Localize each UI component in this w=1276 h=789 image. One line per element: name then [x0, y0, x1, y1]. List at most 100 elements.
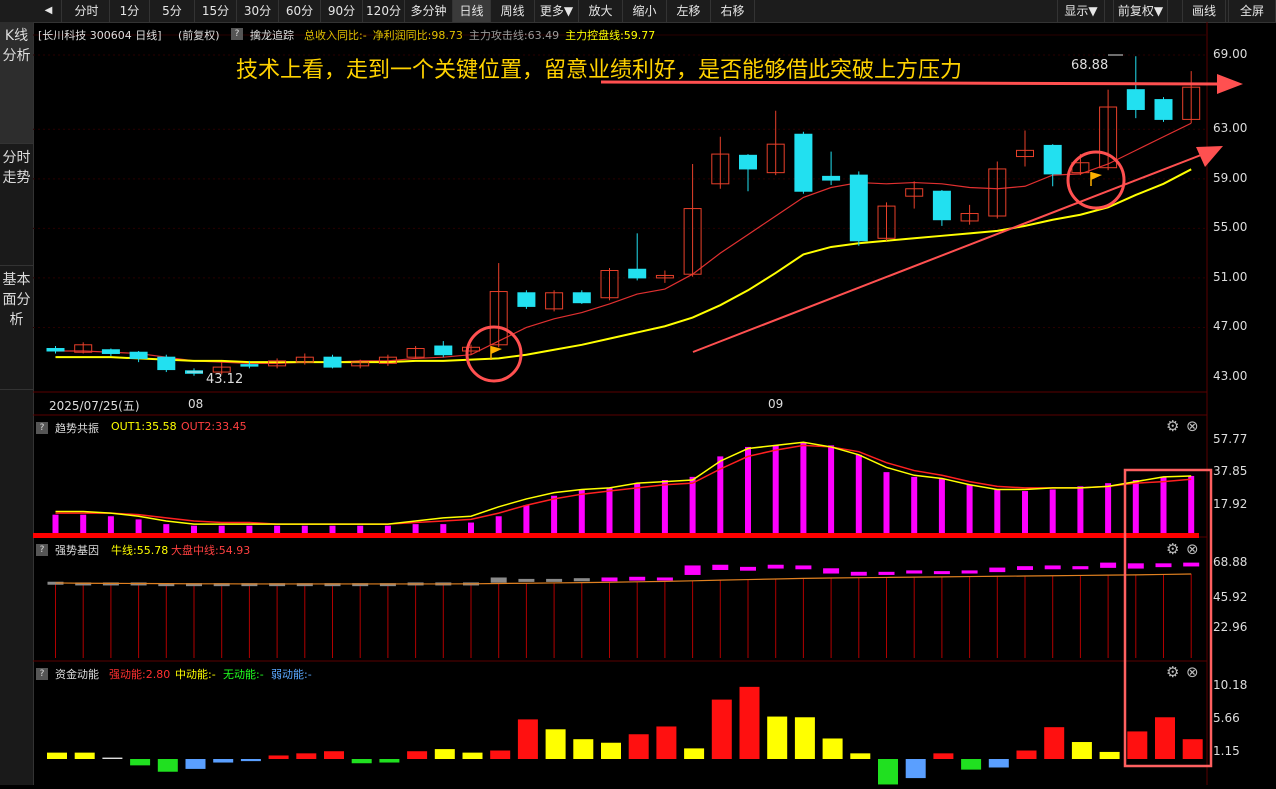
indicator-value-0: 总收入同比:- — [304, 29, 367, 42]
candle-body — [932, 190, 951, 221]
gene-bar — [712, 564, 729, 570]
sidebar-tab-0[interactable]: K线分析 — [0, 22, 33, 144]
gear-icon[interactable]: ⚙ — [1166, 540, 1179, 558]
trend-bar — [357, 525, 364, 533]
trend-bar — [634, 483, 641, 533]
fund-bar — [573, 739, 594, 759]
trend-bar — [218, 525, 225, 533]
gene-bar — [795, 565, 812, 570]
period-button-11[interactable]: 更多▼ — [535, 0, 579, 22]
fund-bar — [933, 753, 954, 759]
indicator-values: 总收入同比:- 净利润同比:98.73 主力攻击线:63.49 主力控盘线:59.77 — [304, 27, 661, 43]
fund-strong: 强动能:2.80 — [109, 668, 171, 681]
fund-panel-title: 资金动能 — [55, 668, 99, 681]
candle-body — [628, 268, 647, 279]
fund-bar — [628, 734, 649, 759]
trend-bar — [523, 505, 530, 533]
gene-bar — [629, 576, 646, 581]
close-icon[interactable]: ⊗ — [1186, 663, 1199, 681]
y-tick-main-3: 55.00 — [1213, 220, 1248, 235]
gene-bar — [989, 567, 1006, 573]
y-tick-gene-0: 68.88 — [1213, 555, 1248, 569]
trend-out1: OUT1:35.58 — [111, 420, 177, 433]
trend-bar — [440, 524, 447, 533]
candle-body — [1043, 144, 1062, 175]
y-tick-main-1: 63.00 — [1213, 121, 1248, 136]
indicator-value-2: 主力攻击线:63.49 — [468, 29, 560, 42]
period-button-3[interactable]: 15分 — [195, 0, 237, 22]
trend-bar — [163, 524, 170, 533]
sidebar-tab-2[interactable]: 基本面分析 — [0, 266, 33, 390]
trend-bar — [578, 489, 585, 533]
toolbar-right-button-1[interactable]: 前复权▼ — [1113, 0, 1168, 22]
trend-bar — [107, 516, 114, 533]
fund-bar — [490, 750, 511, 759]
y-tick-main-4: 51.00 — [1213, 269, 1248, 284]
gene-bar — [850, 571, 867, 576]
period-button-9[interactable]: 日线 — [453, 0, 491, 22]
trend-bar — [855, 454, 862, 533]
help-icon[interactable]: ? — [36, 422, 48, 434]
chart-canvas[interactable] — [33, 22, 1276, 785]
period-button-5[interactable]: 60分 — [279, 0, 321, 22]
period-button-4[interactable]: 30分 — [237, 0, 279, 22]
gene-bar — [1017, 566, 1033, 570]
gene-bar — [933, 571, 950, 575]
toolbar-right-button-2[interactable]: 画线 — [1182, 0, 1226, 22]
gene-bar — [1155, 563, 1172, 568]
sidebar-tab-1[interactable]: 分时走势 — [0, 144, 33, 266]
toolbar-right-button-3[interactable]: 全屏 — [1228, 0, 1276, 22]
trend-bar — [883, 472, 890, 533]
y-tick-fund-0: 10.18 — [1213, 678, 1248, 692]
period-button-13[interactable]: 缩小 — [623, 0, 667, 22]
trend-bar — [551, 495, 558, 533]
period-button-1[interactable]: 1分 — [110, 0, 150, 22]
close-icon[interactable]: ⊗ — [1186, 540, 1199, 558]
niu-line — [55, 573, 1192, 585]
gene-bar — [656, 577, 673, 581]
candle-body — [1126, 89, 1145, 110]
period-button-8[interactable]: 多分钟 — [405, 0, 453, 22]
gear-icon[interactable]: ⚙ — [1166, 663, 1179, 681]
back-icon[interactable]: ◀ — [36, 0, 62, 22]
y-tick-gene-1: 45.92 — [1213, 590, 1248, 604]
fund-bar — [1155, 717, 1175, 759]
candle-body — [794, 133, 813, 192]
stock-title: [长川科技 300604 日线] — [38, 29, 162, 42]
trend-baseline — [33, 533, 1199, 538]
period-button-12[interactable]: 放大 — [579, 0, 623, 22]
period-button-0[interactable]: 分时 — [64, 0, 110, 22]
y-tick-trend-1: 37.85 — [1213, 464, 1248, 478]
kline-chart-area: [长川科技 300604 日线] (前复权) ? 擒龙追踪 总收入同比:- 净利润… — [33, 22, 1276, 785]
candle-body — [517, 292, 536, 307]
trend-bar — [689, 476, 696, 533]
toolbar-right-button-0[interactable]: 显示▼ — [1057, 0, 1105, 22]
fund-bar — [878, 759, 898, 785]
gene-bar — [1127, 563, 1144, 569]
gear-icon[interactable]: ⚙ — [1166, 417, 1179, 435]
trend-out1-line — [55, 441, 1192, 525]
period-button-7[interactable]: 120分 — [363, 0, 405, 22]
gene-bar — [601, 577, 618, 582]
period-button-2[interactable]: 5分 — [150, 0, 195, 22]
trend-bar — [1077, 486, 1084, 533]
period-button-15[interactable]: 右移 — [711, 0, 755, 22]
period-button-14[interactable]: 左移 — [667, 0, 711, 22]
low-price-label: 43.12 — [206, 372, 244, 387]
candle-body — [849, 174, 868, 242]
gene-bar — [573, 578, 590, 582]
period-button-6[interactable]: 90分 — [321, 0, 363, 22]
gene-bar — [518, 578, 535, 582]
date-month-08: 08 — [188, 397, 204, 411]
fund-weak: 弱动能:- — [271, 668, 312, 681]
help-icon[interactable]: ? — [36, 668, 48, 680]
support-arrow-head — [1196, 146, 1223, 167]
candle-body — [1154, 99, 1173, 120]
fund-bar — [213, 759, 234, 763]
period-button-10[interactable]: 周线 — [491, 0, 535, 22]
help-icon[interactable]: ? — [231, 28, 243, 40]
close-icon[interactable]: ⊗ — [1186, 417, 1199, 435]
candle-body — [240, 364, 259, 367]
gene-bar — [1044, 565, 1061, 570]
help-icon[interactable]: ? — [36, 544, 48, 556]
